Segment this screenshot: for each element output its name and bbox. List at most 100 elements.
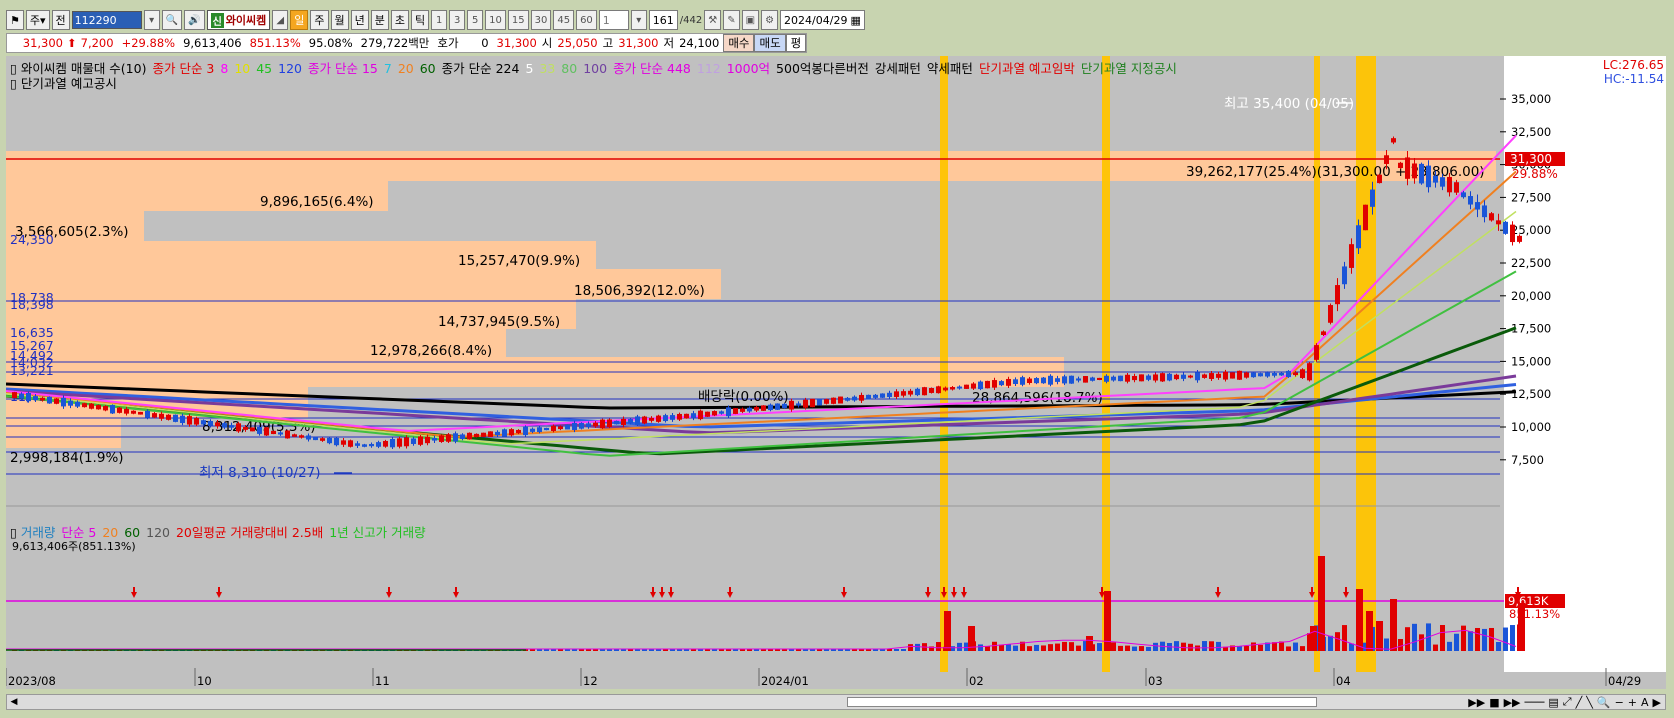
legend-item[interactable]: 8 [220,61,228,76]
indicator-legend[interactable]: ▯ 와이씨켐 매물대 수(10) 종가 단순 3 8 10 45 120 종가 단순 15 7… [10,58,1183,77]
play-back-icon[interactable]: ▶▶ [1468,696,1485,709]
legend-item[interactable]: 단기과열 예고임박 [979,61,1075,76]
legend-item[interactable]: 60 [420,61,436,76]
candle [383,440,388,447]
candle [61,397,66,407]
period-tab-second[interactable]: 초 [390,10,409,30]
ruler-icon[interactable]: ─── [1525,696,1545,709]
candle [1426,165,1431,188]
volume-profile-label: 12,978,266(8.4%) [370,343,492,359]
legend-item[interactable]: 80 [561,61,577,76]
legend-item[interactable]: 종가 단순 224 [442,61,520,76]
legend-item[interactable]: 33 [539,61,555,76]
chart-area[interactable]: 9,896,165(6.4%) 3,566,605(2.3%) 15,257,470… [6,56,1666,689]
legend-item[interactable]: 종가 단순 3 [152,61,214,76]
code-dropdown-icon[interactable]: ▾ [143,10,160,30]
expand-icon[interactable]: ◢ [272,10,289,30]
stop-icon[interactable]: ■ [1489,696,1499,709]
interval-5[interactable]: 5 [467,10,484,30]
period-tab-week[interactable]: 주 [310,10,329,30]
current-price-tag-label: 31,300 [1510,152,1552,166]
period-tab-day[interactable]: 일 [290,10,309,30]
volume-legend-item[interactable]: 1년 신고가 거래량 [329,525,425,540]
trend-icon[interactable]: ╲ [1586,696,1593,709]
interval-60[interactable]: 60 [576,10,597,30]
interval-30[interactable]: 30 [530,10,552,30]
volume-legend-item[interactable]: 20일평균 거래량대비 2.5배 [176,525,323,540]
interval-10[interactable]: 10 [485,10,506,30]
volume-legend-item[interactable]: 120 [146,525,170,540]
interval-1[interactable]: 1 [431,10,448,30]
interval-spin-icon[interactable]: ▾ [630,10,647,30]
avg-button[interactable]: 평 [785,34,807,52]
sell-button[interactable]: 매도 [754,34,786,52]
legend-item[interactable]: 1000억 [727,61,770,76]
legend-item[interactable]: 강세패턴 [875,61,921,76]
legend-item[interactable]: 종가 단순 448 [613,61,691,76]
search-icon[interactable]: 🔍 [161,10,183,30]
candle [691,413,696,418]
line-tool-icon[interactable]: ╱ [1576,696,1583,709]
volume-profile-bar [6,418,121,448]
candle [1335,285,1340,305]
interval-3[interactable]: 3 [449,10,466,30]
period-tab-minute[interactable]: 분 [370,10,389,30]
candle [1419,163,1424,184]
bar-count-input[interactable]: 161 [648,10,678,30]
legend-item[interactable]: 10 [234,61,250,76]
scrollbar[interactable]: ◀ ▶▶ ■ ▶▶ ─── ▤ ⤢ ╱ ╲ 🔍 − + A ▶ [6,694,1666,710]
candle [530,428,535,432]
candle [47,396,52,404]
interval-15[interactable]: 15 [507,10,529,30]
text-tool-icon[interactable]: A [1641,696,1649,709]
period-tab-month[interactable]: 월 [330,10,349,30]
interval-45[interactable]: 45 [553,10,575,30]
fit-icon[interactable]: ⤢ [1563,695,1572,709]
legend-item[interactable]: 45 [256,61,272,76]
scroll-thumb[interactable] [847,697,1317,707]
tool-icon[interactable]: ⚒ [704,10,722,30]
stock-name[interactable]: 신 와이씨켐 [206,10,271,30]
legend-item[interactable]: 단기과열 지정공시 [1081,61,1177,76]
zoom-in-icon[interactable]: + [1628,696,1637,709]
legend-item[interactable]: 약세패턴 [927,61,973,76]
legend-item[interactable]: 5 [525,61,533,76]
save-icon[interactable]: ▣ [741,10,760,30]
volume-bar [1209,641,1214,651]
indicator-legend-2[interactable]: ▯ 단기과열 예고공시 [10,73,117,92]
legend-item[interactable]: 7 [384,61,392,76]
legend-item[interactable]: 100 [583,61,607,76]
candle [404,437,409,447]
scroll-right-icon[interactable]: ▶ [1653,696,1661,709]
play-forward-icon[interactable]: ▶▶ [1504,696,1521,709]
period-select[interactable]: 주 ▾ [25,10,50,30]
zoom-icon[interactable]: 🔍 [1597,696,1611,709]
legend-item[interactable]: 112 [697,61,721,76]
legend-item[interactable]: 500억봉다른버전 [776,61,869,76]
trade-amount: 279,722백만 [360,36,430,50]
chart-menu-icon[interactable]: ⚑ [6,10,24,30]
scroll-left-icon[interactable]: ◀ [7,695,21,709]
volume-value: 9,613,406 [183,36,242,50]
candle [145,410,150,418]
candle [803,399,808,408]
period-tab-year[interactable]: 년 [350,10,369,30]
legend-item[interactable]: 종가 단순 15 [308,61,378,76]
volume-bar [1118,645,1123,651]
period-tab-tick[interactable]: 틱 [411,10,430,30]
speaker-icon[interactable]: 🔊 [184,10,205,30]
settings-icon[interactable]: ⚙ [761,10,779,30]
layout-icon[interactable]: ▤ [1548,696,1558,709]
date-input[interactable]: 2024/04/29 ▦ [780,10,865,30]
legend-item[interactable]: 120 [278,61,302,76]
candle [348,440,353,447]
interval-input[interactable]: 1 [598,10,629,30]
stock-code-input[interactable]: 112290 [71,11,142,29]
buy-button[interactable]: 매수 [723,34,755,52]
calendar-icon[interactable]: ▦ [850,14,860,27]
x-tick-label: 2024/01 [761,674,809,688]
draw-icon[interactable]: ✎ [723,10,740,30]
legend-item[interactable]: 20 [398,61,414,76]
prev-button[interactable]: 전 [51,10,70,30]
zoom-out-icon[interactable]: − [1615,696,1624,709]
